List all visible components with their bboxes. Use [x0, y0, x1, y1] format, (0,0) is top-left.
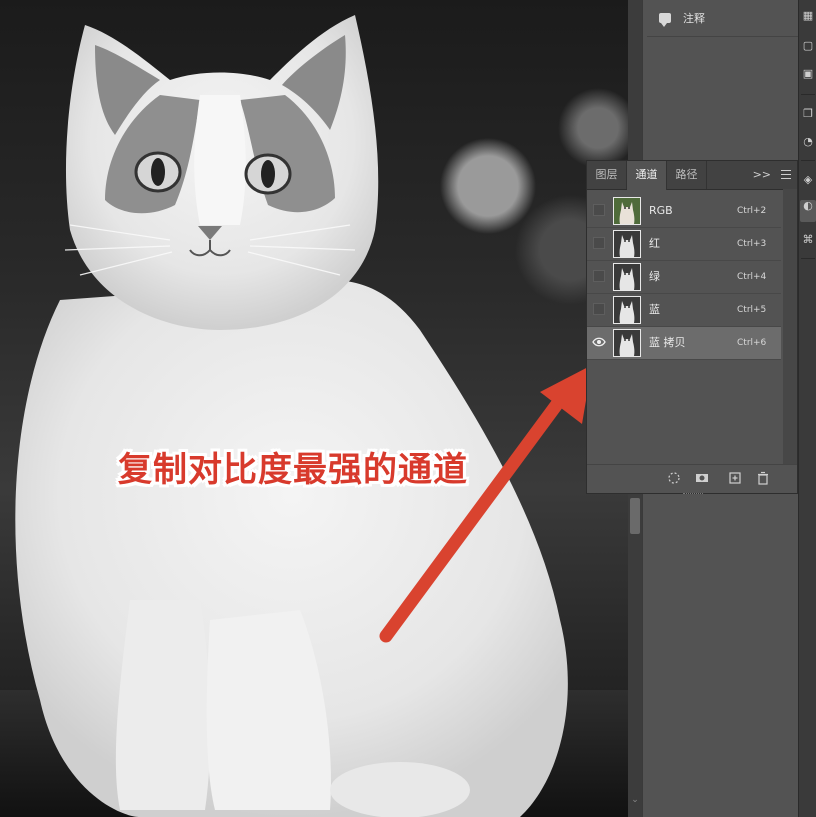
delete-channel-icon[interactable] [756, 471, 770, 485]
tab-channels[interactable]: 通道 [627, 161, 667, 190]
channel-name: 绿 [649, 270, 660, 283]
comment-icon [659, 13, 671, 27]
channel-shortcut: Ctrl+2 [737, 206, 767, 216]
channel-thumbnail [613, 263, 641, 291]
comments-label: 注释 [683, 12, 705, 25]
channel-row-blue[interactable]: 蓝 Ctrl+5 [587, 294, 781, 327]
channel-thumbnail [613, 230, 641, 258]
channels-icon[interactable]: ◐ [800, 200, 816, 222]
channel-thumbnail [613, 296, 641, 324]
channel-row-blue-copy[interactable]: 蓝 拷贝 Ctrl+6 [587, 327, 781, 360]
history-icon[interactable]: ◔ [802, 136, 814, 148]
channel-thumbnail [613, 197, 641, 225]
panel-expand-icon[interactable]: >> [753, 168, 771, 181]
panel-dock-toolbar: ▦ ▢ ▣ ❐ ◔ ◈ ◐ ⌘ [798, 0, 816, 817]
visibility-toggle[interactable] [593, 237, 605, 249]
channel-thumbnail [613, 329, 641, 357]
channel-row-red[interactable]: 红 Ctrl+3 [587, 228, 781, 261]
channel-name: RGB [649, 204, 673, 217]
tab-layers[interactable]: 图层 [587, 161, 627, 189]
save-selection-as-channel-icon[interactable] [695, 471, 709, 485]
channel-name: 蓝 [649, 303, 660, 316]
scrollbar-thumb[interactable] [630, 498, 640, 534]
copy-icon[interactable]: ❐ [802, 108, 814, 120]
eye-icon[interactable] [592, 337, 606, 347]
channel-row-green[interactable]: 绿 Ctrl+4 [587, 261, 781, 294]
channels-panel: 图层 通道 路径 >> RGB Ctrl+2 红 Ctrl+3 绿 Ctrl+4 蓝 Ctrl… [586, 160, 798, 494]
paths-icon[interactable]: ⌘ [802, 234, 814, 246]
channels-footer [587, 464, 797, 494]
square-icon[interactable]: ▢ [802, 40, 814, 52]
document-canvas[interactable]: 复制对比度最强的通道 [0, 0, 628, 817]
panel-resize-grip[interactable] [683, 493, 703, 497]
channel-shortcut: Ctrl+3 [737, 239, 767, 249]
empty-panel-area [642, 494, 799, 817]
load-selection-icon[interactable] [667, 471, 681, 485]
comments-panel-tab[interactable]: 注释 [647, 0, 799, 37]
layers-icon[interactable]: ◈ [802, 174, 814, 186]
channel-name: 红 [649, 237, 660, 250]
channel-list-scrollbar[interactable] [783, 189, 797, 465]
visibility-toggle[interactable] [593, 270, 605, 282]
scroll-down-arrow-icon[interactable]: ⌄ [630, 795, 640, 805]
channel-name: 蓝 拷贝 [649, 336, 686, 349]
grid-icon[interactable]: ▦ [802, 10, 814, 22]
channels-panel-tabbar: 图层 通道 路径 >> [587, 161, 797, 190]
channel-shortcut: Ctrl+4 [737, 272, 767, 282]
channel-row-rgb[interactable]: RGB Ctrl+2 [587, 195, 781, 228]
tab-paths[interactable]: 路径 [667, 161, 707, 189]
visibility-toggle[interactable] [593, 303, 605, 315]
adjust-icon[interactable]: ▣ [802, 68, 814, 80]
annotation-text: 复制对比度最强的通道 [118, 450, 468, 490]
comments-panel: 注释 [642, 0, 799, 160]
channel-shortcut: Ctrl+6 [737, 338, 767, 348]
visibility-toggle[interactable] [593, 204, 605, 216]
channel-shortcut: Ctrl+5 [737, 305, 767, 315]
cat-photo [0, 15, 628, 817]
new-channel-icon[interactable] [728, 471, 742, 485]
menu-icon[interactable] [781, 167, 791, 181]
